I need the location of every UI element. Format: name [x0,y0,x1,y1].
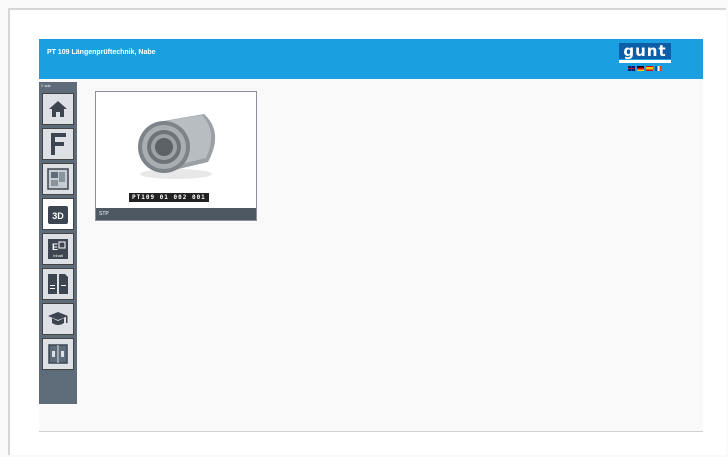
sidebar-item-home[interactable] [42,93,74,125]
flag-fr-icon[interactable] [655,66,662,71]
3d-icon: 3D [48,206,68,224]
hub-3d-model-image [138,114,216,179]
sidebar-item-caliper[interactable] [42,128,74,160]
3d-label: 3D [52,211,64,221]
sidebar-item-drawing[interactable] [42,163,74,195]
graduation-cap-icon [48,312,68,325]
sidebar-item-worksheet[interactable] [42,268,74,300]
sidebar-item-exercise[interactable]: E Inhalt [42,233,74,265]
tile-part-code: PT109 01 002 001 [129,193,209,202]
page-title: PT 109 Längenprüftechnik, Nabe [47,49,156,56]
home-icon [49,101,67,117]
book-icon [48,344,68,364]
exercise-sublabel: Inhalt [53,253,64,258]
tile-caption: STP [96,208,256,220]
logo-text: gunt [619,43,671,59]
flag-de-icon[interactable] [637,66,644,71]
sidebar-item-learning[interactable] [42,303,74,335]
sidebar-item-3d[interactable]: 3D [42,198,74,230]
sidebar-item-manual[interactable] [42,338,74,370]
exercise-icon: E Inhalt [48,239,68,259]
flag-es-icon[interactable] [646,66,653,71]
header-bar: PT 109 Längenprüftechnik, Nabe gunt [39,39,703,79]
language-flags [619,66,671,71]
sidebar: ≡ sdz 3D E Inhalt [39,82,77,404]
logo-underline [619,60,671,63]
sidebar-menu-label[interactable]: ≡ sdz [39,82,77,90]
drawing-icon [47,168,69,190]
gunt-logo[interactable]: gunt [619,43,671,75]
model-tile[interactable]: PT109 01 002 001 STP [95,91,257,221]
flag-uk-icon[interactable] [628,66,635,71]
app-window: PT 109 Längenprüftechnik, Nabe gunt ≡ sd… [39,39,703,432]
exercise-letter: E [52,242,58,252]
caliper-icon [51,133,66,155]
worksheet-icon [48,274,68,294]
